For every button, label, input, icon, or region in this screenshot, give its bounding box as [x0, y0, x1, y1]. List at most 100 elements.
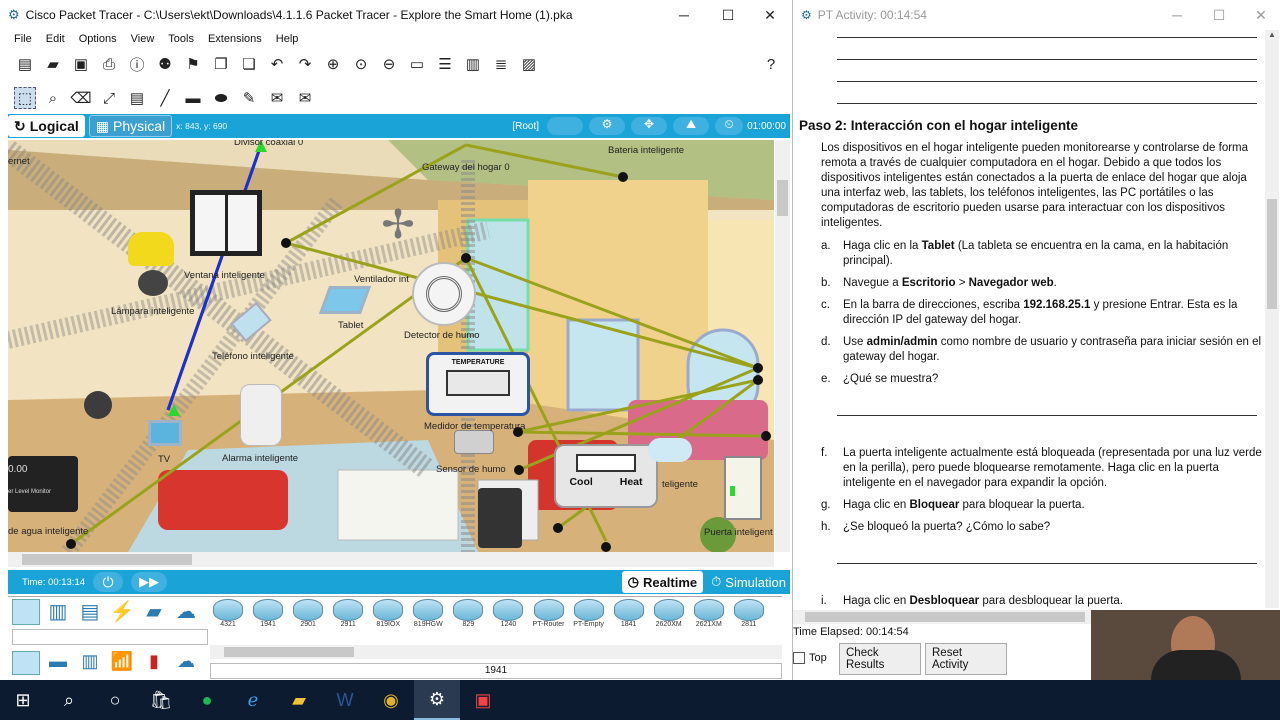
- freeform-icon[interactable]: ✎: [238, 87, 260, 109]
- add-complex-pdu-icon[interactable]: ✉: [294, 87, 316, 109]
- realtime-tab[interactable]: ◷ Realtime: [621, 571, 704, 593]
- subcategory-switches-icon[interactable]: ▬: [44, 651, 72, 675]
- cluster-icon[interactable]: ≣: [490, 53, 512, 75]
- smoke-detector-device[interactable]: [412, 262, 476, 326]
- word-icon[interactable]: W: [322, 680, 368, 720]
- model-819hgw[interactable]: 819HGW: [410, 599, 446, 628]
- packet-tracer-icon[interactable]: ⚙: [414, 680, 460, 720]
- notes-icon[interactable]: ▥: [462, 53, 484, 75]
- inspect-icon[interactable]: ⌕: [42, 87, 64, 109]
- add-simple-pdu-icon[interactable]: ✉: [266, 87, 288, 109]
- category-end-devices-icon[interactable]: ▥: [44, 599, 72, 625]
- delete-icon[interactable]: ⌫: [70, 87, 92, 109]
- model-2620xm[interactable]: 2620XM: [651, 599, 687, 628]
- pt-maximize-button[interactable]: ☐: [706, 0, 750, 30]
- menu-view[interactable]: View: [131, 33, 155, 45]
- network-icon[interactable]: ⚉: [154, 53, 176, 75]
- model-pt-empty[interactable]: PT-Empty: [571, 599, 607, 628]
- simulation-tab[interactable]: ⏱ Simulation: [707, 571, 790, 593]
- physical-mode-button[interactable]: ▦ Physical: [88, 115, 173, 137]
- cortana-icon[interactable]: ○: [92, 680, 138, 720]
- zoom-out-icon[interactable]: ⊖: [378, 53, 400, 75]
- model-pt-router[interactable]: PT-Router: [531, 599, 567, 628]
- top-checkbox-row[interactable]: Top: [793, 652, 827, 664]
- info-icon[interactable]: ⓘ: [126, 53, 148, 75]
- temperature-monitor-device[interactable]: TEMPERATURE: [426, 352, 530, 416]
- models-hscrollbar[interactable]: [210, 645, 782, 659]
- logical-mode-button[interactable]: ↻ Logical: [8, 115, 85, 137]
- menu-help[interactable]: Help: [276, 33, 299, 45]
- print-icon[interactable]: ⎙: [98, 53, 120, 75]
- category-components-icon[interactable]: ▤: [76, 599, 104, 625]
- spotify-icon[interactable]: ●: [184, 680, 230, 720]
- screenshot-icon[interactable]: ▨: [518, 53, 540, 75]
- top-checkbox[interactable]: [793, 652, 805, 664]
- model-1841[interactable]: 1841: [611, 599, 647, 628]
- zoom-in-icon[interactable]: ⊕: [322, 53, 344, 75]
- model-819iox[interactable]: 819IOX: [370, 599, 406, 628]
- media-app-icon[interactable]: ▣: [460, 680, 506, 720]
- subcategory-routers-icon[interactable]: [12, 651, 40, 675]
- navigation-panel-icon[interactable]: [547, 117, 584, 135]
- root-breadcrumb[interactable]: [Root]: [512, 121, 539, 132]
- subcategory-hubs-icon[interactable]: ▥: [76, 651, 104, 675]
- smoke-sensor-device[interactable]: [454, 430, 494, 454]
- subcategory-wireless-icon[interactable]: 📶: [108, 651, 136, 675]
- ceiling-fan-device[interactable]: ✢: [348, 200, 448, 250]
- resize-icon[interactable]: ⤢: [98, 87, 120, 109]
- physical-workspace[interactable]: ✢ TEMPERATURE Cool Heat 0.00 er Level Mo…: [8, 140, 774, 552]
- activity-wizard-icon[interactable]: ⚑: [182, 53, 204, 75]
- category-network-devices-icon[interactable]: [12, 599, 40, 625]
- set-background-icon[interactable]: ⛰: [673, 117, 710, 135]
- smart-alarm-device[interactable]: [240, 384, 282, 446]
- draw-rectangle-icon[interactable]: ▬: [182, 87, 204, 109]
- zoom-reset-icon[interactable]: ⊙: [350, 53, 372, 75]
- fast-forward-icon[interactable]: ▶▶: [131, 572, 168, 592]
- water-level-monitor-device[interactable]: 0.00 er Level Monitor: [8, 456, 78, 512]
- start-icon[interactable]: ⊞: [0, 680, 46, 720]
- smart-door-device[interactable]: [724, 456, 762, 520]
- physical-location-icon[interactable]: ⚙: [589, 117, 626, 135]
- smart-window-device[interactable]: [190, 190, 262, 256]
- undo-icon[interactable]: ↶: [266, 53, 288, 75]
- model-1941[interactable]: 1941: [250, 599, 286, 628]
- open-folder-icon[interactable]: ▰: [42, 53, 64, 75]
- category-connections-icon[interactable]: ⚡: [108, 599, 136, 625]
- help-icon[interactable]: ?: [760, 53, 782, 75]
- model-2901[interactable]: 2901: [290, 599, 326, 628]
- instructions-hscrollbar[interactable]: [793, 610, 1093, 624]
- menu-options[interactable]: Options: [79, 33, 117, 45]
- thermostat-device[interactable]: Cool Heat: [554, 444, 658, 508]
- select-icon[interactable]: ⬚: [14, 87, 36, 109]
- model-829[interactable]: 829: [450, 599, 486, 628]
- category-misc-icon[interactable]: ▰: [140, 599, 168, 625]
- category-multiuser-icon[interactable]: ☁: [172, 599, 200, 625]
- tv-device[interactable]: [148, 420, 182, 446]
- copy-icon[interactable]: ❐: [210, 53, 232, 75]
- scroll-up-icon[interactable]: ▲: [1265, 30, 1279, 39]
- custom-device-icon[interactable]: ☰: [434, 53, 456, 75]
- smart-lamp-device[interactable]: [128, 232, 178, 302]
- coffee-maker-device[interactable]: [478, 488, 522, 548]
- check-results-button[interactable]: Check Results: [839, 643, 921, 675]
- store-icon[interactable]: 🛍: [138, 680, 184, 720]
- subcategory-wan-emulation-icon[interactable]: ☁: [172, 651, 200, 675]
- workspace-vscrollbar[interactable]: [775, 140, 790, 552]
- file-explorer-icon[interactable]: ▰: [276, 680, 322, 720]
- menu-edit[interactable]: Edit: [46, 33, 65, 45]
- search-icon[interactable]: ⌕: [46, 680, 92, 720]
- model-2911[interactable]: 2911: [330, 599, 366, 628]
- cloud-device[interactable]: [648, 438, 692, 462]
- reset-activity-button[interactable]: Reset Activity: [925, 643, 1007, 675]
- pt-close-button[interactable]: ✕: [748, 0, 792, 30]
- workspace-hscrollbar[interactable]: [8, 552, 774, 567]
- place-note-icon[interactable]: ▤: [126, 87, 148, 109]
- new-icon[interactable]: ▤: [14, 53, 36, 75]
- menu-extensions[interactable]: Extensions: [208, 33, 262, 45]
- save-icon[interactable]: ▣: [70, 53, 92, 75]
- move-object-icon[interactable]: ✥: [631, 117, 668, 135]
- redo-icon[interactable]: ↷: [294, 53, 316, 75]
- draw-line-icon[interactable]: ╱: [154, 87, 176, 109]
- activity-close-button[interactable]: ✕: [1239, 0, 1280, 30]
- activity-minimize-button[interactable]: ─: [1155, 0, 1199, 30]
